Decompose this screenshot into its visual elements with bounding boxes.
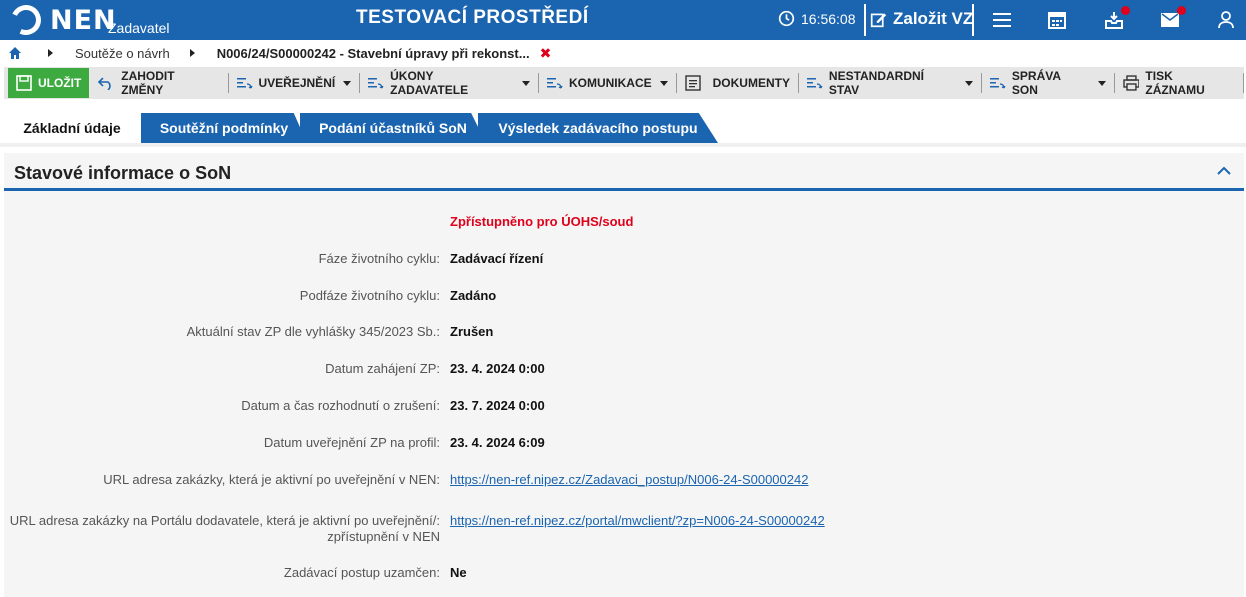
status-info-section: Stavové informace o SoN Zpřístupněno pro… bbox=[4, 153, 1244, 597]
menu-icon bbox=[993, 13, 1011, 27]
nonstandard-state-menu[interactable]: NESTANDARDNÍ STAV bbox=[799, 68, 981, 98]
tab-basic-info[interactable]: Základní údaje bbox=[8, 113, 136, 143]
caret-down-icon bbox=[964, 80, 973, 86]
calendar-button[interactable] bbox=[1045, 8, 1069, 32]
save-icon bbox=[16, 75, 32, 91]
caret-down-icon bbox=[1097, 80, 1106, 86]
list-arrow-icon bbox=[989, 78, 1006, 89]
print-record-label: TISK ZÁZNAMU bbox=[1145, 69, 1205, 97]
nen-logo[interactable]: NEN Zadavatel bbox=[6, 0, 208, 40]
field-label: Datum zahájení ZP: bbox=[325, 361, 440, 376]
notification-dot bbox=[1121, 6, 1130, 15]
field-label: Zadávací postup uzamčen: bbox=[283, 565, 440, 580]
nonstandard-state-label: NESTANDARDNÍ STAV bbox=[828, 69, 925, 97]
contracting-actions-menu[interactable]: ÚKONY ZADAVATELE bbox=[360, 68, 538, 98]
tab-procedure-result[interactable]: Výsledek zadávacího postupu bbox=[478, 113, 718, 143]
field-label: URL adresa zakázky, která je aktivní po … bbox=[103, 472, 440, 487]
discard-button[interactable]: ZAHODIT ZMĚNY bbox=[89, 68, 227, 98]
clock-time: 16:56:08 bbox=[801, 10, 856, 27]
field-value: 23. 7. 2024 0:00 bbox=[450, 398, 545, 413]
print-record-button[interactable]: TISK ZÁZNAMU bbox=[1115, 68, 1244, 98]
logo-subtitle: Zadavatel bbox=[108, 20, 170, 36]
portal-url-link[interactable]: https://nen-ref.nipez.cz/portal/mwclient… bbox=[450, 513, 825, 529]
calendar-icon bbox=[1048, 12, 1066, 29]
logo-text: NEN bbox=[50, 5, 117, 36]
save-label: ULOŽIT bbox=[38, 76, 82, 90]
tabs-divider bbox=[0, 143, 1246, 147]
divider bbox=[972, 4, 974, 36]
chevron-up-icon[interactable] bbox=[1216, 163, 1232, 179]
create-vz-button[interactable]: Založit VZ bbox=[870, 9, 973, 29]
field-label: Fáze životního cyklu: bbox=[318, 251, 440, 266]
manage-son-menu[interactable]: SPRÁVA SON bbox=[982, 68, 1114, 98]
user-button[interactable] bbox=[1214, 8, 1238, 32]
publish-label: UVEŘEJNĚNÍ bbox=[258, 76, 336, 90]
publish-menu[interactable]: UVEŘEJNĚNÍ bbox=[229, 68, 360, 98]
list-arrow-icon bbox=[236, 78, 253, 89]
caret-down-icon bbox=[521, 80, 530, 86]
notification-dot bbox=[1177, 6, 1186, 15]
clock-icon bbox=[778, 10, 795, 27]
logo-ring-icon bbox=[6, 0, 46, 40]
access-status-text: Zpřístupněno pro ÚOHS/soud bbox=[450, 214, 634, 229]
user-icon bbox=[1218, 11, 1234, 29]
communication-menu[interactable]: KOMUNIKACE bbox=[539, 68, 676, 98]
inbox-icon bbox=[1105, 12, 1123, 29]
mail-button[interactable] bbox=[1158, 6, 1186, 32]
tab-participant-submissions[interactable]: Podání účastníků SoN bbox=[300, 113, 486, 143]
caret-down-icon bbox=[659, 80, 668, 86]
manage-son-label: SPRÁVA SON bbox=[1011, 69, 1061, 97]
mail-icon bbox=[1161, 13, 1179, 27]
breadcrumb-item-current: N006/24/S00000242 - Stavební úpravy při … bbox=[216, 45, 530, 61]
inbox-button[interactable] bbox=[1102, 6, 1130, 32]
communication-label: KOMUNIKACE bbox=[568, 76, 652, 90]
environment-title: TESTOVACÍ PROSTŘEDÍ bbox=[356, 7, 589, 28]
contracting-actions-label: ÚKONY ZADAVATELE bbox=[390, 69, 469, 97]
toolbar-separator bbox=[1243, 73, 1245, 93]
field-label: URL adresa zakázky na Portálu dodavatele… bbox=[9, 513, 440, 544]
action-toolbar: ULOŽIT ZAHODIT ZMĚNY UVEŘEJNĚNÍ ÚKONY ZA… bbox=[4, 67, 1245, 99]
tab-bar: Základní údaje Soutěžní podmínky Podání … bbox=[0, 113, 1246, 143]
section-header[interactable]: Stavové informace o SoN bbox=[4, 153, 1244, 191]
breadcrumb-item-contests[interactable]: Soutěže o návrh bbox=[75, 46, 170, 61]
breadcrumb-arrow-icon bbox=[189, 49, 195, 57]
documents-button[interactable]: DOKUMENTY bbox=[677, 68, 798, 98]
caret-down-icon bbox=[343, 80, 352, 86]
document-icon bbox=[684, 75, 701, 91]
divider bbox=[864, 4, 866, 36]
documents-label: DOKUMENTY bbox=[712, 76, 790, 90]
discard-label: ZAHODIT ZMĚNY bbox=[121, 69, 175, 97]
menu-button[interactable] bbox=[990, 8, 1014, 32]
home-icon[interactable] bbox=[8, 46, 22, 60]
field-label: Podfáze životního cyklu: bbox=[299, 288, 440, 303]
breadcrumb: Soutěže o návrh N006/24/S00000242 - Stav… bbox=[0, 40, 1246, 66]
list-arrow-icon bbox=[368, 78, 384, 89]
field-label: Datum a čas rozhodnutí o zrušení: bbox=[241, 398, 440, 413]
printer-icon bbox=[1122, 75, 1140, 91]
field-label: Aktuální stav ZP dle vyhlášky 345/2023 S… bbox=[186, 324, 440, 339]
section-title: Stavové informace o SoN bbox=[14, 163, 232, 183]
field-value: 23. 4. 2024 6:09 bbox=[450, 435, 545, 450]
field-value: 23. 4. 2024 0:00 bbox=[450, 361, 545, 376]
list-arrow-icon bbox=[546, 78, 563, 89]
field-value: Zrušen bbox=[450, 324, 494, 339]
close-icon[interactable]: ✖ bbox=[540, 45, 552, 62]
edit-icon bbox=[870, 13, 887, 27]
session-clock: 16:56:08 bbox=[778, 10, 856, 27]
field-value: Ne bbox=[450, 565, 467, 580]
create-vz-label: Založit VZ bbox=[893, 9, 974, 28]
undo-icon bbox=[98, 77, 111, 90]
nen-url-link[interactable]: https://nen-ref.nipez.cz/Zadavaci_postup… bbox=[450, 472, 808, 488]
breadcrumb-arrow-icon bbox=[48, 49, 53, 57]
field-value: Zadávací řízení bbox=[450, 251, 544, 266]
top-bar: NEN Zadavatel TESTOVACÍ PROSTŘEDÍ 16:56:… bbox=[0, 0, 1246, 40]
save-button[interactable]: ULOŽIT bbox=[8, 68, 90, 98]
field-label: Datum uveřejnění ZP na profil: bbox=[263, 435, 440, 450]
tab-contest-conditions[interactable]: Soutěžní podmínky bbox=[141, 113, 307, 143]
field-value: Zadáno bbox=[450, 288, 497, 303]
list-arrow-icon bbox=[806, 78, 823, 89]
